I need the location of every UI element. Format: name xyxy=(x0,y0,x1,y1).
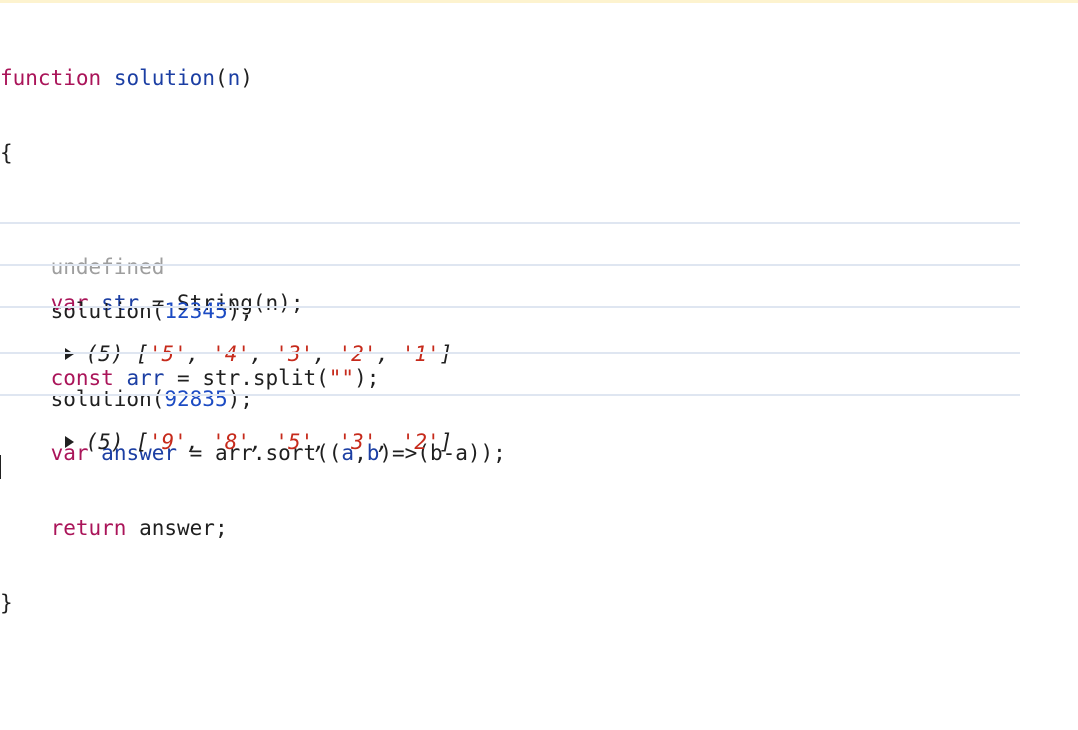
array-item: '5' xyxy=(275,430,314,454)
separator xyxy=(0,264,1020,266)
param: n xyxy=(227,66,241,90)
expand-triangle-icon[interactable] xyxy=(64,348,74,360)
keyword: return xyxy=(50,516,127,540)
paren: ( xyxy=(214,66,228,90)
bracket: [ xyxy=(136,430,149,454)
function-name: solution xyxy=(113,66,215,90)
separator xyxy=(0,394,1020,396)
top-strip xyxy=(0,0,1078,3)
code-line-1: function solution(n) xyxy=(0,66,1020,91)
code-line-6: return answer; xyxy=(0,516,1020,541)
array-item: '9' xyxy=(148,430,187,454)
array-item: '3' xyxy=(338,430,377,454)
code-line-7: } xyxy=(0,591,13,615)
console-prompt-caret[interactable] xyxy=(0,455,1,479)
array-count: (5) xyxy=(85,430,124,454)
separator xyxy=(0,222,1020,224)
code-text: answer; xyxy=(126,516,228,540)
code-line-2: { xyxy=(0,141,13,165)
separator xyxy=(0,306,1020,308)
separator xyxy=(0,352,1020,354)
array-item: '8' xyxy=(212,430,250,454)
bracket: ] xyxy=(439,430,453,454)
expand-triangle-icon[interactable] xyxy=(64,436,74,448)
array-item: '2' xyxy=(401,430,440,454)
paren: ) xyxy=(240,66,253,90)
keyword: function xyxy=(0,66,102,90)
console-output-array-2[interactable]: (5) ['9', '8', '5', '3', '2'] xyxy=(0,405,1020,480)
